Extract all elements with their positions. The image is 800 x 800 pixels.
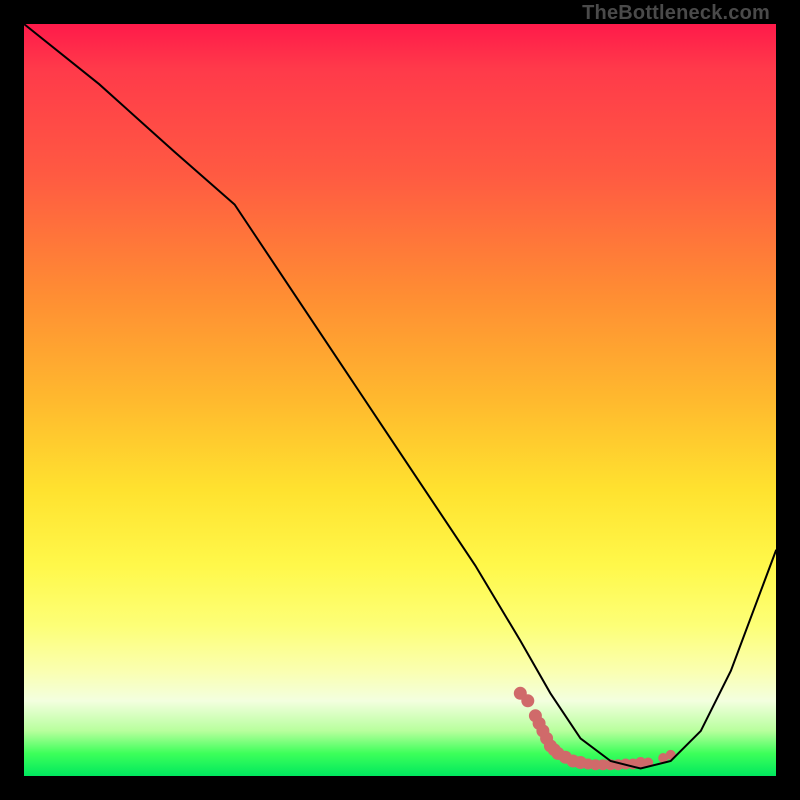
valley-dot bbox=[521, 694, 534, 707]
curve-path bbox=[24, 24, 776, 769]
chart-svg bbox=[24, 24, 776, 776]
watermark-text: TheBottleneck.com bbox=[582, 2, 770, 25]
valley-dots-layer bbox=[514, 687, 676, 770]
chart-frame bbox=[24, 24, 776, 776]
